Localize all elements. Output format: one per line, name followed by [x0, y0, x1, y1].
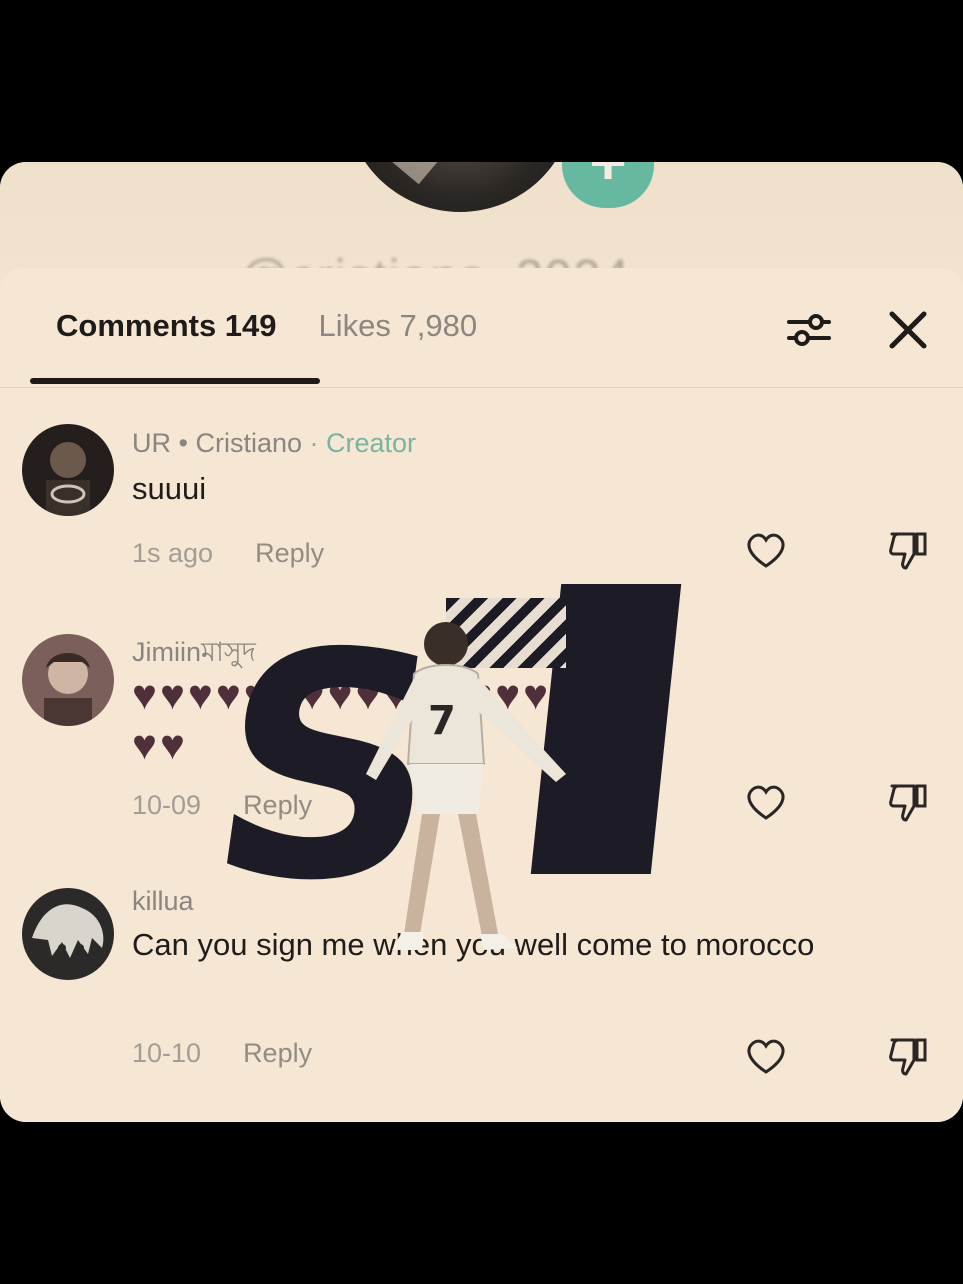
comment-author-name[interactable]: UR • Cristiano: [132, 428, 302, 458]
tab-likes[interactable]: Likes 7,980: [319, 308, 478, 344]
comment-time: 10-09: [132, 790, 202, 820]
comment-author-name[interactable]: killua: [132, 886, 194, 917]
follow-button[interactable]: +: [562, 162, 654, 208]
creator-badge: · Creator: [309, 428, 417, 458]
comment-author[interactable]: UR • Cristiano · Creator: [132, 428, 416, 459]
reply-button[interactable]: Reply: [255, 538, 324, 569]
comment-time: 1s ago: [132, 538, 214, 568]
tabs-divider: [0, 387, 963, 388]
avatar[interactable]: [22, 424, 114, 516]
comment-time: 10-10: [132, 1038, 202, 1068]
siu-sticker: S 7: [191, 584, 682, 984]
close-icon[interactable]: [886, 308, 930, 352]
comment-text: suuui: [132, 471, 207, 506]
heart-outline-icon[interactable]: [744, 530, 788, 570]
comments-tabs: Comments 149 Likes 7,980: [56, 308, 477, 344]
profile-avatar[interactable]: [345, 162, 575, 212]
heart-outline-icon[interactable]: [744, 1036, 788, 1076]
thumbs-down-icon[interactable]: [886, 1034, 930, 1078]
avatar[interactable]: [22, 888, 114, 980]
active-tab-indicator: [30, 378, 320, 384]
player-figure: 7: [366, 622, 566, 950]
tab-comments[interactable]: Comments 149: [56, 308, 277, 344]
svg-text:7: 7: [428, 698, 456, 744]
reply-button[interactable]: Reply: [243, 1038, 312, 1069]
thumbs-down-icon[interactable]: [886, 528, 930, 572]
heart-outline-icon[interactable]: [744, 782, 788, 822]
thumbs-down-icon[interactable]: [886, 780, 930, 824]
comment-meta: 10-10 Reply: [132, 1038, 312, 1069]
profile-header: + @cristiano_2024: [0, 162, 963, 282]
comment-meta: 1s ago Reply: [132, 538, 324, 569]
filter-sliders-icon[interactable]: [786, 308, 832, 352]
avatar[interactable]: [22, 634, 114, 726]
